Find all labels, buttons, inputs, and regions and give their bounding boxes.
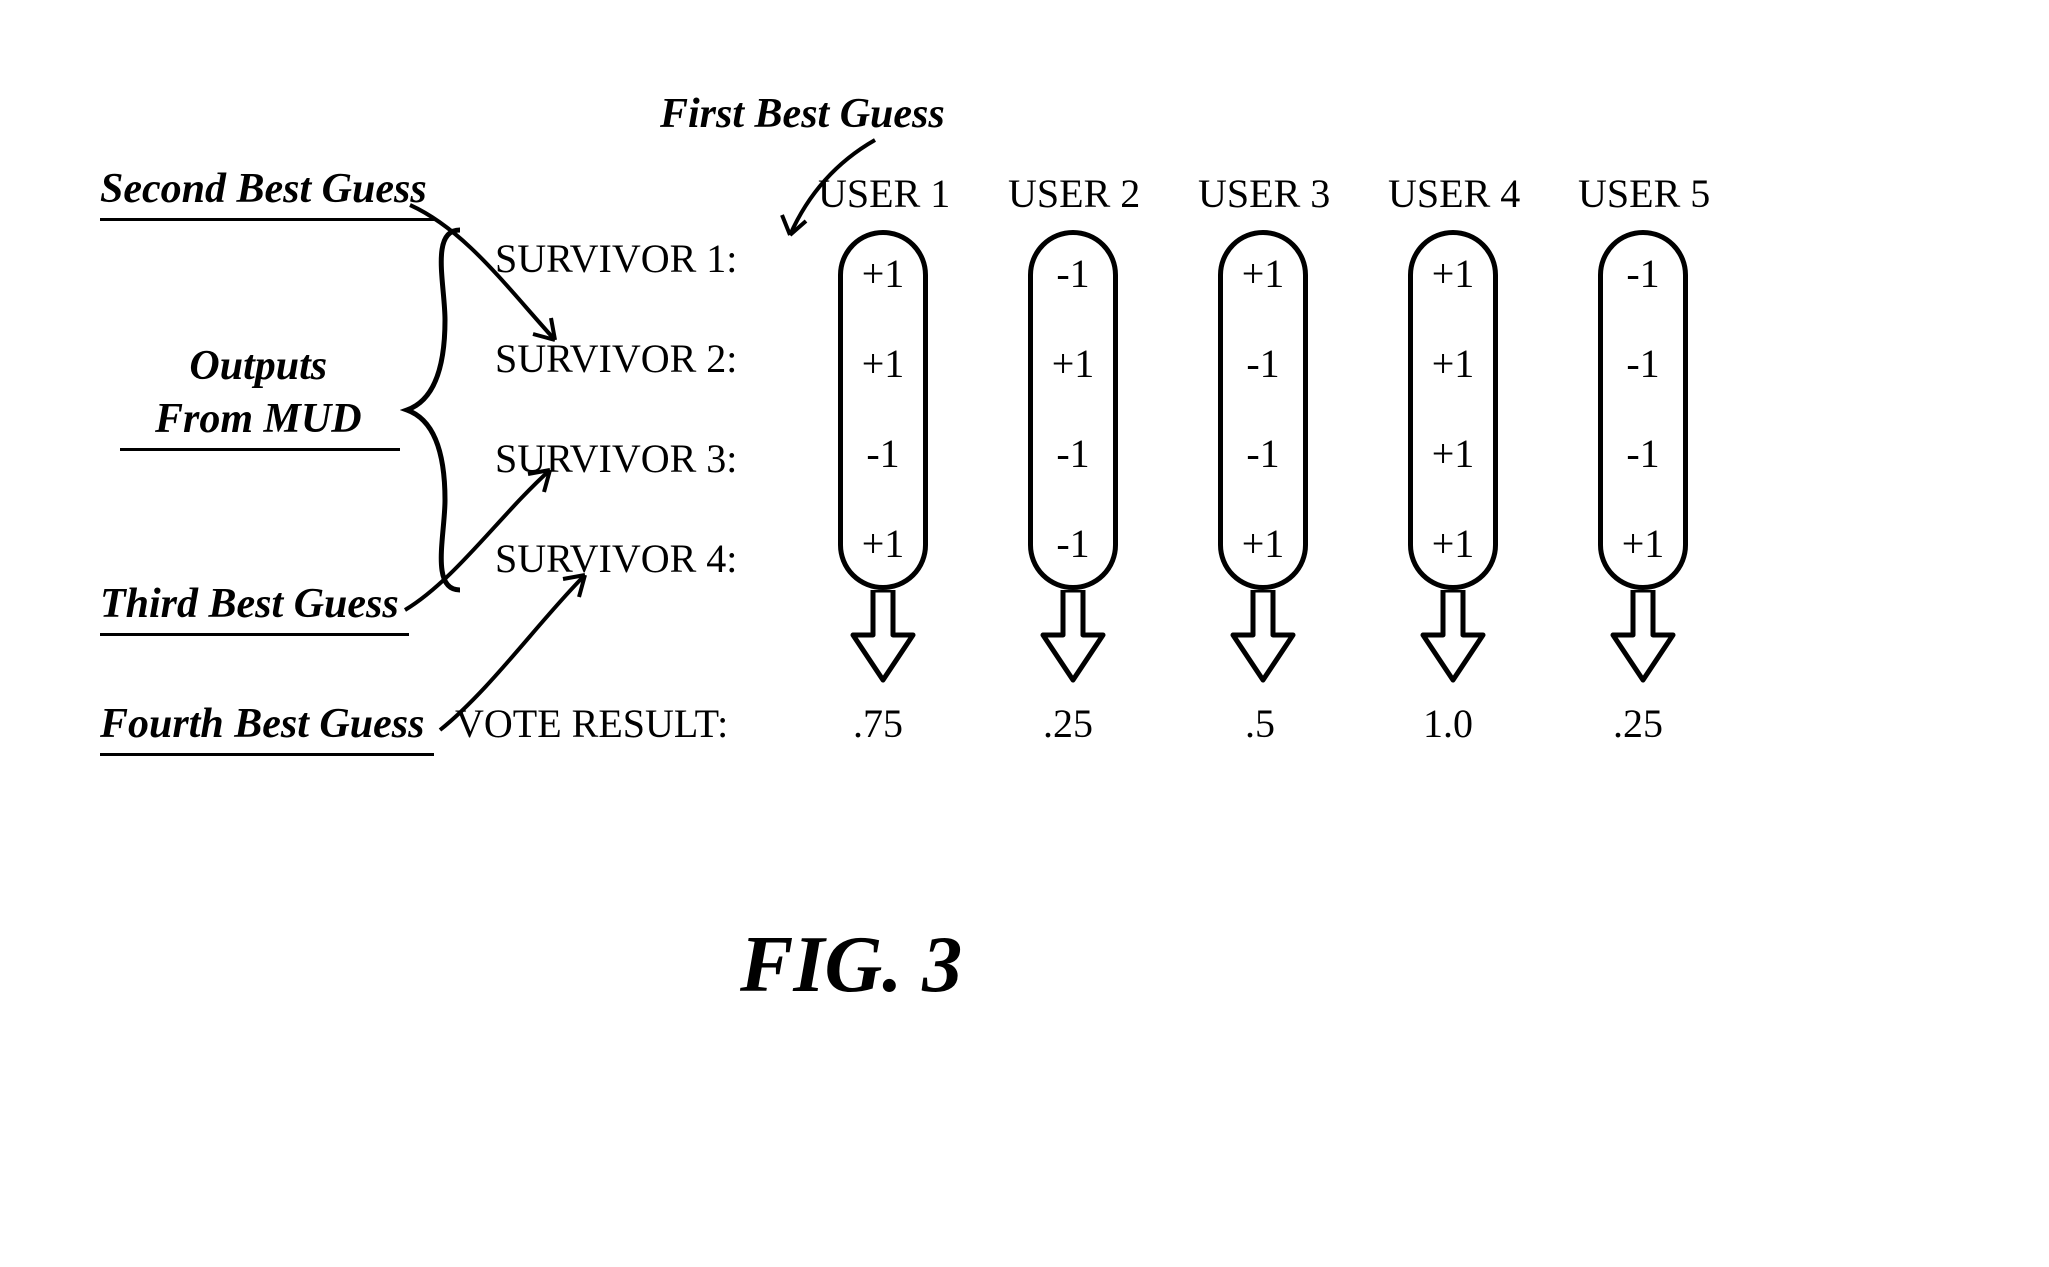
value-u4-s3: +1 — [1413, 430, 1493, 477]
vote-result-u5: .25 — [1613, 700, 1663, 747]
down-arrow-icon-u5 — [1608, 590, 1678, 685]
label-outputs-from-mud: Outputs From MUD — [155, 340, 362, 445]
value-u3-s3: -1 — [1223, 430, 1303, 477]
value-u2-s2: +1 — [1033, 340, 1113, 387]
value-u1-s3: -1 — [843, 430, 923, 477]
value-u5-s4: +1 — [1603, 520, 1683, 567]
vote-result-u1: .75 — [853, 700, 903, 747]
capsule-user-3: +1 -1 -1 +1 — [1218, 230, 1308, 590]
value-u1-s4: +1 — [843, 520, 923, 567]
value-u3-s1: +1 — [1223, 250, 1303, 297]
down-arrow-icon-u3 — [1228, 590, 1298, 685]
value-u1-s2: +1 — [843, 340, 923, 387]
vote-result-u4: 1.0 — [1423, 700, 1473, 747]
vote-result-u2: .25 — [1043, 700, 1093, 747]
pointer-arrow-fourth-icon — [435, 565, 605, 740]
down-arrow-icon-u1 — [848, 590, 918, 685]
label-fourth-best-guess: Fourth Best Guess — [100, 700, 424, 748]
pointer-arrow-second-icon — [405, 200, 575, 370]
header-user-4: USER 4 — [1388, 170, 1520, 217]
label-outputs-line1: Outputs — [189, 343, 327, 389]
value-u4-s4: +1 — [1413, 520, 1493, 567]
capsule-user-4: +1 +1 +1 +1 — [1408, 230, 1498, 590]
value-u3-s2: -1 — [1223, 340, 1303, 387]
value-u4-s1: +1 — [1413, 250, 1493, 297]
value-u5-s3: -1 — [1603, 430, 1683, 477]
down-arrow-icon-u4 — [1418, 590, 1488, 685]
value-u5-s1: -1 — [1603, 250, 1683, 297]
vote-result-u3: .5 — [1245, 700, 1275, 747]
header-user-2: USER 2 — [1008, 170, 1140, 217]
value-u5-s2: -1 — [1603, 340, 1683, 387]
label-outputs-line2: From MUD — [155, 396, 362, 442]
value-u2-s1: -1 — [1033, 250, 1113, 297]
header-user-5: USER 5 — [1578, 170, 1710, 217]
label-second-best-guess: Second Best Guess — [100, 165, 427, 213]
header-user-3: USER 3 — [1198, 170, 1330, 217]
label-first-best-guess: First Best Guess — [660, 90, 945, 138]
capsule-user-2: -1 +1 -1 -1 — [1028, 230, 1118, 590]
label-outputs-underline — [120, 448, 400, 451]
value-u1-s1: +1 — [843, 250, 923, 297]
value-u3-s4: +1 — [1223, 520, 1303, 567]
capsule-user-1: +1 +1 -1 +1 — [838, 230, 928, 590]
down-arrow-icon-u2 — [1038, 590, 1108, 685]
pointer-arrow-first-icon — [770, 135, 890, 255]
value-u2-s4: -1 — [1033, 520, 1113, 567]
value-u2-s3: -1 — [1033, 430, 1113, 477]
figure-caption: FIG. 3 — [740, 920, 962, 1011]
capsule-user-5: -1 -1 -1 +1 — [1598, 230, 1688, 590]
value-u4-s2: +1 — [1413, 340, 1493, 387]
figure-page: First Best Guess Second Best Guess Outpu… — [0, 0, 2049, 1267]
label-third-best-guess: Third Best Guess — [100, 580, 399, 628]
